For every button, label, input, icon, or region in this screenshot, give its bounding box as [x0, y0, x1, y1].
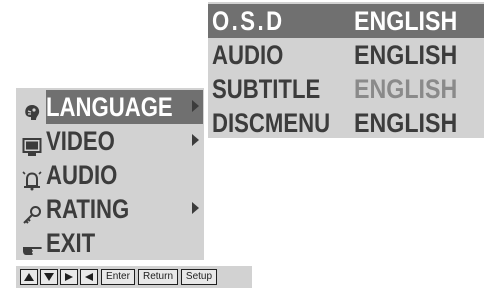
enter-key[interactable]: Enter — [101, 269, 135, 285]
key-icon — [22, 199, 42, 224]
up-key[interactable] — [20, 269, 38, 285]
down-key[interactable] — [40, 269, 58, 285]
return-key-label: Return — [142, 271, 173, 282]
enter-key-label: Enter — [106, 271, 130, 282]
setup-key[interactable]: Setup — [181, 269, 217, 285]
menu-item-label: AUDIO — [46, 160, 118, 190]
submenu-arrow-icon — [192, 134, 199, 146]
submenu-arrow-icon — [192, 202, 199, 214]
submenu-value: ENGLISH — [354, 6, 458, 36]
up-arrow-icon — [24, 273, 34, 281]
submenu-value: ENGLISH — [354, 40, 458, 70]
bell-icon — [22, 165, 42, 191]
left-key[interactable] — [80, 269, 98, 285]
menu-item-label: LANGUAGE — [46, 92, 173, 122]
language-submenu: O.S.D ENGLISH AUDIO ENGLISH SUBTITLE ENG… — [208, 2, 484, 138]
menu-item-audio[interactable]: AUDIO — [16, 158, 204, 192]
menu-item-video[interactable]: VIDEO — [16, 124, 204, 158]
submenu-value: ENGLISH — [354, 74, 458, 104]
key-hint-bar: Enter Return Setup — [16, 266, 252, 288]
menu-item-label-wrap: VIDEO — [46, 124, 132, 158]
menu-item-label-wrap: LANGUAGE — [46, 90, 203, 124]
monitor-icon — [22, 131, 42, 156]
down-arrow-icon — [44, 273, 54, 281]
submenu-row-discmenu[interactable]: DISCMENU ENGLISH — [208, 106, 484, 140]
setup-main-menu: LANGUAGE VIDEO AUDIO RATING EXIT — [16, 88, 204, 260]
menu-item-label: VIDEO — [46, 126, 115, 156]
menu-item-exit[interactable]: EXIT — [16, 226, 204, 260]
submenu-key: O.S.D — [212, 6, 285, 36]
menu-item-language[interactable]: LANGUAGE — [16, 90, 204, 124]
setup-key-label: Setup — [185, 271, 213, 282]
menu-item-label: EXIT — [46, 228, 96, 258]
menu-item-label-wrap: EXIT — [46, 226, 108, 260]
submenu-key: SUBTITLE — [212, 74, 321, 104]
submenu-key: AUDIO — [212, 40, 284, 70]
right-key[interactable] — [60, 269, 78, 285]
submenu-row-audio[interactable]: AUDIO ENGLISH — [208, 38, 484, 72]
menu-item-label-wrap: RATING — [46, 192, 150, 226]
language-face-icon — [22, 97, 42, 120]
submenu-value: ENGLISH — [354, 108, 458, 138]
menu-item-label: RATING — [46, 194, 130, 224]
menu-item-label-wrap: AUDIO — [46, 158, 135, 192]
submenu-key: DISCMENU — [212, 108, 331, 138]
pointing-hand-icon — [22, 233, 42, 255]
submenu-arrow-icon — [192, 100, 199, 112]
submenu-row-osd[interactable]: O.S.D ENGLISH — [208, 4, 484, 38]
menu-item-rating[interactable]: RATING — [16, 192, 204, 226]
right-arrow-icon — [65, 273, 73, 281]
return-key[interactable]: Return — [138, 269, 178, 285]
left-arrow-icon — [85, 273, 93, 281]
submenu-row-subtitle[interactable]: SUBTITLE ENGLISH — [208, 72, 484, 106]
